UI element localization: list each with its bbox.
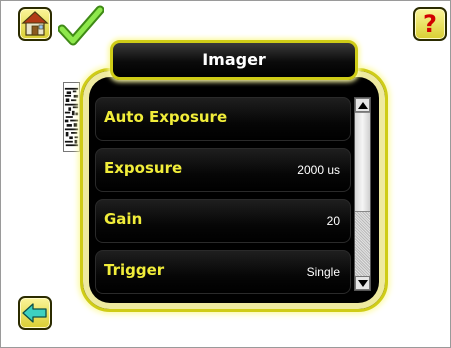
home-icon bbox=[21, 11, 49, 36]
back-arrow-icon bbox=[22, 303, 47, 323]
checkmark-icon bbox=[58, 5, 104, 46]
menu-item-label: Exposure bbox=[104, 159, 183, 177]
scrollbar[interactable] bbox=[354, 97, 371, 291]
menu-item-label: Trigger bbox=[104, 261, 165, 279]
title-bar: Imager bbox=[110, 40, 358, 80]
help-button[interactable]: ? bbox=[413, 7, 447, 41]
home-button[interactable] bbox=[18, 7, 52, 41]
menu-item-auto-exposure[interactable]: Auto Exposure bbox=[95, 97, 351, 141]
menu-item-label: Auto Exposure bbox=[104, 108, 228, 126]
menu-item-value: 20 bbox=[326, 214, 340, 228]
page-title: Imager bbox=[202, 50, 266, 69]
menu-item-exposure[interactable]: Exposure 2000 us bbox=[95, 148, 351, 192]
menu-item-label: Gain bbox=[104, 210, 143, 228]
barcode-icon bbox=[63, 82, 80, 152]
menu-item-value: 2000 us bbox=[297, 163, 340, 177]
menu-item-trigger[interactable]: Trigger Single bbox=[95, 250, 351, 294]
back-button[interactable] bbox=[18, 296, 52, 330]
menu-item-gain[interactable]: Gain 20 bbox=[95, 199, 351, 243]
triangle-up-icon bbox=[358, 102, 368, 109]
menu-item-value: Single bbox=[306, 265, 340, 279]
question-mark-icon: ? bbox=[423, 10, 437, 38]
scroll-thumb[interactable] bbox=[355, 112, 370, 212]
scroll-down-button[interactable] bbox=[355, 276, 370, 290]
triangle-down-icon bbox=[358, 280, 368, 287]
scroll-up-button[interactable] bbox=[355, 98, 370, 112]
